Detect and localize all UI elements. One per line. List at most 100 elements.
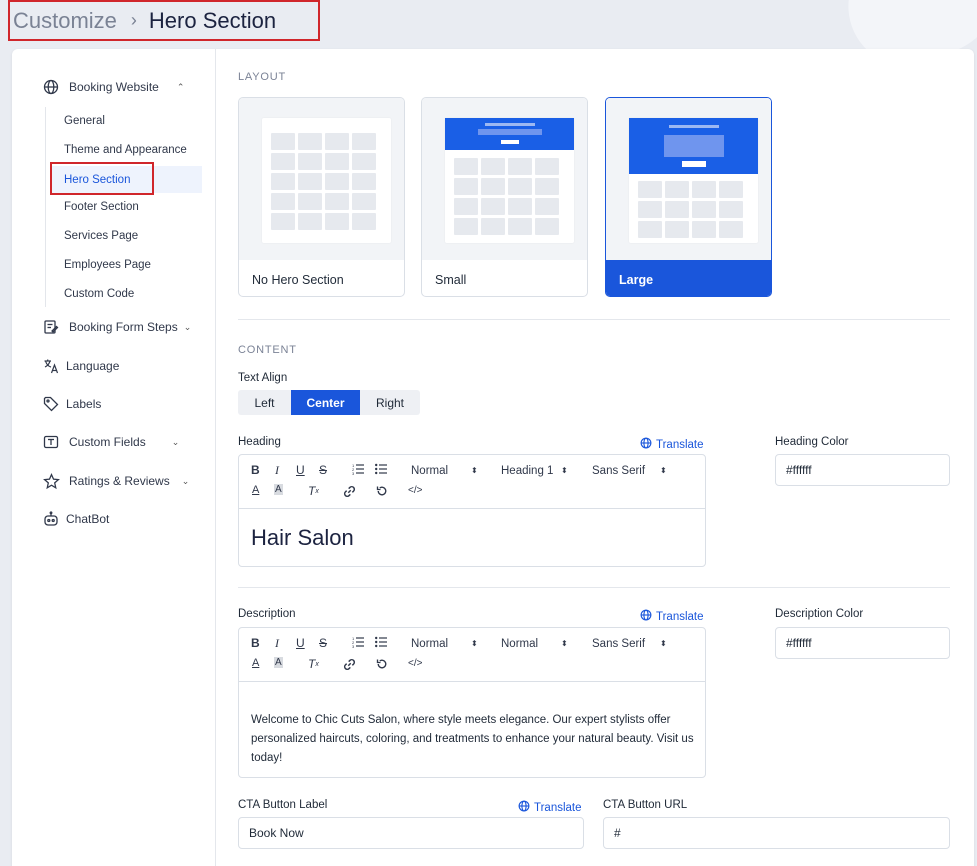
svg-text:3: 3 [352, 471, 355, 475]
link-icon[interactable] [343, 485, 356, 498]
undo-icon[interactable] [376, 485, 388, 497]
translate-icon [42, 357, 60, 375]
description-editor: B I U S 123 Normal ⬍ Normal ⬍ Sans Serif ⬍ … [238, 627, 706, 778]
heading-text[interactable]: Hair Salon [251, 525, 354, 551]
heading-color-input[interactable]: #ffffff [775, 454, 950, 486]
tag-icon [42, 395, 60, 413]
italic-icon[interactable]: I [275, 636, 279, 651]
ordered-list-icon[interactable]: 123 [352, 636, 365, 648]
svg-text:3: 3 [352, 644, 355, 648]
cta-translate-link[interactable]: Translate [518, 800, 582, 815]
select-arrows-icon: ⬍ [660, 639, 667, 648]
ordered-list-icon[interactable]: 123 [352, 463, 365, 475]
cta-label-input[interactable]: Book Now [238, 817, 584, 849]
layout-preview [422, 98, 587, 260]
header-select[interactable]: Heading 1 ⬍ [501, 465, 573, 477]
link-icon[interactable] [343, 658, 356, 671]
sidebar-item-general[interactable]: General [64, 115, 105, 127]
text-field-icon [42, 433, 60, 451]
clear-format-icon[interactable]: Tx [308, 484, 319, 498]
sidebar-item-ratings-reviews[interactable]: Ratings & Reviews ⌄ [42, 472, 189, 490]
sidebar-item-booking-website[interactable]: Booking Website ⌃ [42, 78, 184, 96]
sidebar-item-labels[interactable]: Labels [42, 395, 101, 413]
editor-toolbar: B I U S 123 Normal ⬍ Heading 1 ⬍ Sans Seri… [239, 455, 705, 509]
sidebar-item-label: Labels [66, 397, 102, 411]
sidebar: Booking Website ⌃ General Theme and Appe… [12, 49, 216, 866]
code-view-icon[interactable]: </> [408, 485, 422, 496]
code-view-icon[interactable]: </> [408, 658, 422, 669]
chevron-down-icon: ⌄ [181, 475, 190, 486]
font-select[interactable]: Sans Serif ⬍ [592, 638, 672, 650]
layout-option-large[interactable]: Large [605, 97, 772, 297]
star-icon [42, 472, 60, 490]
strikethrough-icon[interactable]: S [319, 463, 327, 477]
sidebar-item-hero-section[interactable]: Hero Section [50, 166, 202, 193]
form-edit-icon [42, 318, 60, 336]
breadcrumb-separator: › [130, 10, 137, 30]
bold-icon[interactable]: B [251, 463, 260, 477]
chevron-down-icon: ⌄ [171, 436, 180, 447]
heading-editor: B I U S 123 Normal ⬍ Heading 1 ⬍ Sans Seri… [238, 454, 706, 567]
bullet-list-icon[interactable] [375, 463, 388, 475]
description-color-input[interactable]: #ffffff [775, 627, 950, 659]
underline-icon[interactable]: U [296, 463, 305, 477]
text-align-label: Text Align [238, 372, 288, 384]
sidebar-item-employees-page[interactable]: Employees Page [64, 259, 151, 271]
background-color-icon[interactable]: A [274, 484, 283, 495]
description-text[interactable]: Welcome to Chic Cuts Salon, where style … [251, 711, 701, 768]
layout-section-label: LAYOUT [238, 71, 286, 83]
description-translate-link[interactable]: Translate [640, 609, 704, 624]
strikethrough-icon[interactable]: S [319, 636, 327, 650]
breadcrumb-parent[interactable]: Customize [13, 8, 117, 34]
heading-color-label: Heading Color [775, 436, 849, 448]
align-left-button[interactable]: Left [238, 390, 291, 415]
sidebar-item-custom-fields[interactable]: Custom Fields ⌄ [42, 433, 179, 451]
italic-icon[interactable]: I [275, 463, 279, 478]
sidebar-item-theme-appearance[interactable]: Theme and Appearance [64, 144, 187, 156]
sidebar-item-label: ChatBot [66, 512, 110, 526]
underline-icon[interactable]: U [296, 636, 305, 650]
layout-option-small[interactable]: Small [421, 97, 588, 297]
sidebar-item-language[interactable]: Language [42, 357, 119, 375]
text-color-icon[interactable]: A [252, 657, 259, 669]
bullet-list-icon[interactable] [375, 636, 388, 648]
header-select[interactable]: Normal ⬍ [501, 638, 573, 650]
globe-icon [42, 78, 60, 96]
font-select[interactable]: Sans Serif ⬍ [592, 465, 672, 477]
translate-label: Translate [656, 610, 704, 623]
text-color-icon[interactable]: A [252, 484, 259, 496]
submenu-line [45, 107, 46, 307]
clear-format-icon[interactable]: Tx [308, 657, 319, 671]
select-arrows-icon: ⬍ [561, 466, 568, 475]
sidebar-item-custom-code[interactable]: Custom Code [64, 288, 134, 300]
undo-icon[interactable] [376, 658, 388, 670]
sidebar-item-label: Booking Website [69, 80, 159, 94]
select-arrows-icon: ⬍ [471, 466, 478, 475]
layout-option-label: Small [435, 273, 467, 287]
content-section-label: CONTENT [238, 344, 297, 356]
align-center-button[interactable]: Center [291, 390, 360, 415]
sidebar-item-services-page[interactable]: Services Page [64, 230, 138, 242]
layout-option-no-hero[interactable]: No Hero Section [238, 97, 405, 297]
sidebar-item-chatbot[interactable]: ChatBot [42, 510, 109, 528]
sidebar-item-footer-section[interactable]: Footer Section [64, 201, 139, 213]
layout-option-label: Large [619, 273, 654, 287]
translate-label: Translate [534, 801, 582, 814]
align-right-button[interactable]: Right [360, 390, 420, 415]
layout-preview [239, 98, 404, 260]
main-content: LAYOUT No Hero Section Small Large CONTE… [238, 49, 974, 866]
size-select[interactable]: Normal ⬍ [411, 465, 483, 477]
sidebar-item-booking-form-steps[interactable]: Booking Form Steps ⌄ [42, 318, 191, 336]
section-divider [238, 319, 950, 320]
breadcrumb: Customize › Hero Section [8, 0, 320, 41]
heading-label: Heading [238, 436, 281, 448]
background-color-icon[interactable]: A [274, 657, 283, 668]
bold-icon[interactable]: B [251, 636, 260, 650]
globe-icon [640, 437, 652, 452]
heading-translate-link[interactable]: Translate [640, 437, 704, 452]
size-select[interactable]: Normal ⬍ [411, 638, 483, 650]
cta-label-label: CTA Button Label [238, 799, 328, 811]
cta-url-input[interactable]: # [603, 817, 950, 849]
page-title: Hero Section [148, 7, 277, 33]
sidebar-item-label: Booking Form Steps [69, 320, 178, 334]
